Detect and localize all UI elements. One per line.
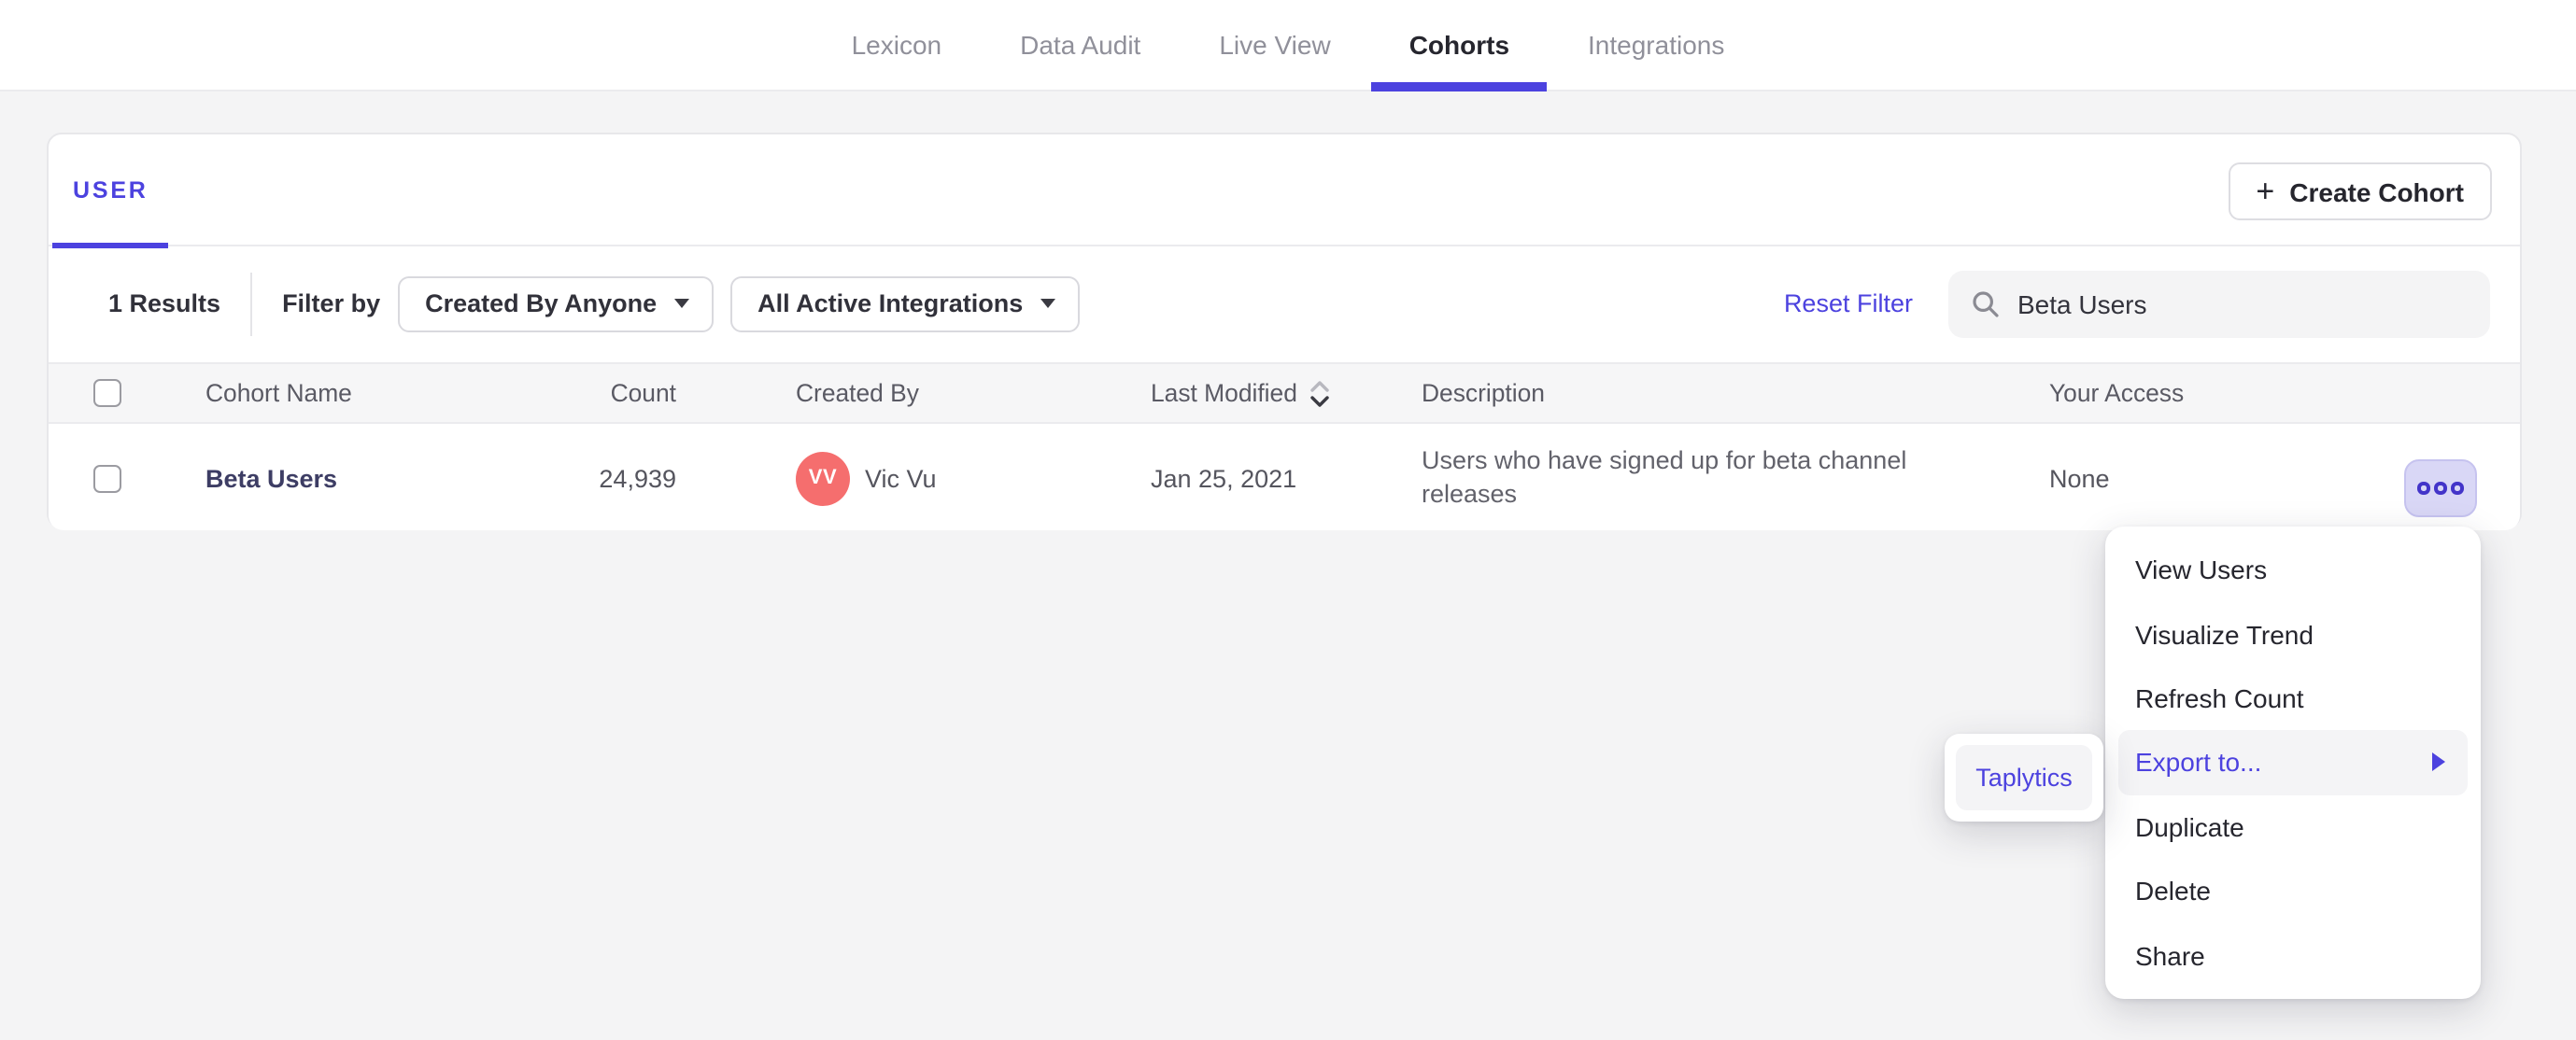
row-checkbox[interactable] — [93, 464, 121, 492]
table-header: Cohort Name Count Created By Last Modifi… — [49, 362, 2520, 424]
dot-icon — [2451, 482, 2464, 495]
menu-item-export-to[interactable]: Export to... — [2118, 730, 2468, 795]
menu-item-visualize-trend[interactable]: Visualize Trend — [2105, 602, 2481, 667]
create-cohort-button[interactable]: + Create Cohort — [2228, 162, 2492, 220]
your-access-value: None — [2049, 464, 2110, 492]
active-tab-underline — [1371, 82, 1548, 91]
cohort-name-link[interactable]: Beta Users — [205, 464, 337, 492]
menu-item-delete[interactable]: Delete — [2105, 859, 2481, 923]
screen: Lexicon Data Audit Live View Cohorts Int… — [0, 0, 2576, 1040]
chevron-down-icon — [1040, 299, 1055, 308]
menu-item-share[interactable]: Share — [2105, 923, 2481, 988]
menu-item-view-users[interactable]: View Users — [2105, 538, 2481, 602]
nav-tab-lexicon[interactable]: Lexicon — [852, 0, 942, 91]
avatar: VV — [796, 451, 850, 505]
cohort-count: 24,939 — [599, 464, 676, 492]
divider — [250, 272, 253, 335]
created-by-name: Vic Vu — [865, 464, 937, 492]
created-by-dropdown-value: Created By Anyone — [425, 289, 658, 317]
filter-bar: 1 Results Filter by Created By Anyone Al… — [49, 246, 2520, 360]
submenu-item-taplytics[interactable]: Taplytics — [1956, 745, 2092, 810]
nav-tab-label: Lexicon — [851, 30, 942, 60]
search-input[interactable] — [2017, 288, 2468, 318]
create-cohort-label: Create Cohort — [2289, 176, 2464, 206]
export-submenu: Taplytics — [1945, 734, 2103, 822]
row-context-menu: View Users Visualize Trend Refresh Count… — [2105, 527, 2481, 999]
tab-user[interactable]: USER — [52, 134, 169, 248]
integrations-dropdown[interactable]: All Active Integrations — [729, 275, 1080, 331]
chevron-down-icon — [673, 299, 689, 308]
nav-tab-label: Data Audit — [1020, 30, 1141, 60]
reset-filter-link[interactable]: Reset Filter — [1784, 289, 1913, 317]
submenu-arrow-icon — [2432, 752, 2445, 772]
nav-tab-data-audit[interactable]: Data Audit — [1020, 0, 1140, 91]
column-header-created-by: Created By — [796, 379, 919, 407]
nav-tab-label: Cohorts — [1408, 30, 1510, 60]
nav-tab-live-view[interactable]: Live View — [1219, 0, 1330, 91]
last-modified-date: Jan 25, 2021 — [1151, 464, 1297, 492]
cohorts-panel: USER + Create Cohort 1 Results Filter by… — [47, 133, 2522, 530]
dot-icon — [2417, 482, 2430, 495]
integrations-dropdown-value: All Active Integrations — [757, 289, 1024, 317]
row-actions-button[interactable] — [2404, 459, 2477, 517]
filter-by-label: Filter by — [282, 289, 381, 317]
nav-tab-cohorts[interactable]: Cohorts — [1371, 0, 1548, 91]
nav-tab-label: Integrations — [1588, 30, 1725, 60]
column-header-last-modified[interactable]: Last Modified — [1151, 364, 1331, 422]
top-navigation: Lexicon Data Audit Live View Cohorts Int… — [0, 0, 2576, 91]
select-all-checkbox[interactable] — [93, 379, 121, 407]
column-header-description: Description — [1422, 379, 1545, 407]
cohort-type-tabs: USER + Create Cohort — [49, 134, 2520, 248]
dot-icon — [2434, 482, 2447, 495]
tab-user-label: USER — [73, 177, 149, 204]
column-header-cohort-name: Cohort Name — [205, 379, 352, 407]
search-box[interactable] — [1948, 270, 2490, 337]
created-by-dropdown[interactable]: Created By Anyone — [397, 275, 714, 331]
nav-tab-integrations[interactable]: Integrations — [1588, 0, 1724, 91]
column-header-count: Count — [610, 379, 676, 407]
cohort-description: Users who have signed up for beta channe… — [1422, 445, 1907, 508]
nav-tab-label: Live View — [1219, 30, 1331, 60]
results-count: 1 Results — [108, 289, 221, 317]
table-row[interactable]: Beta Users 24,939 VV Vic Vu Jan 25, 2021… — [49, 426, 2520, 530]
menu-item-refresh-count[interactable]: Refresh Count — [2105, 667, 2481, 731]
menu-item-duplicate[interactable]: Duplicate — [2105, 794, 2481, 859]
plus-icon: + — [2256, 173, 2275, 208]
sort-icon[interactable] — [1310, 380, 1331, 406]
search-icon — [1973, 290, 1999, 316]
column-header-your-access: Your Access — [2049, 379, 2185, 407]
